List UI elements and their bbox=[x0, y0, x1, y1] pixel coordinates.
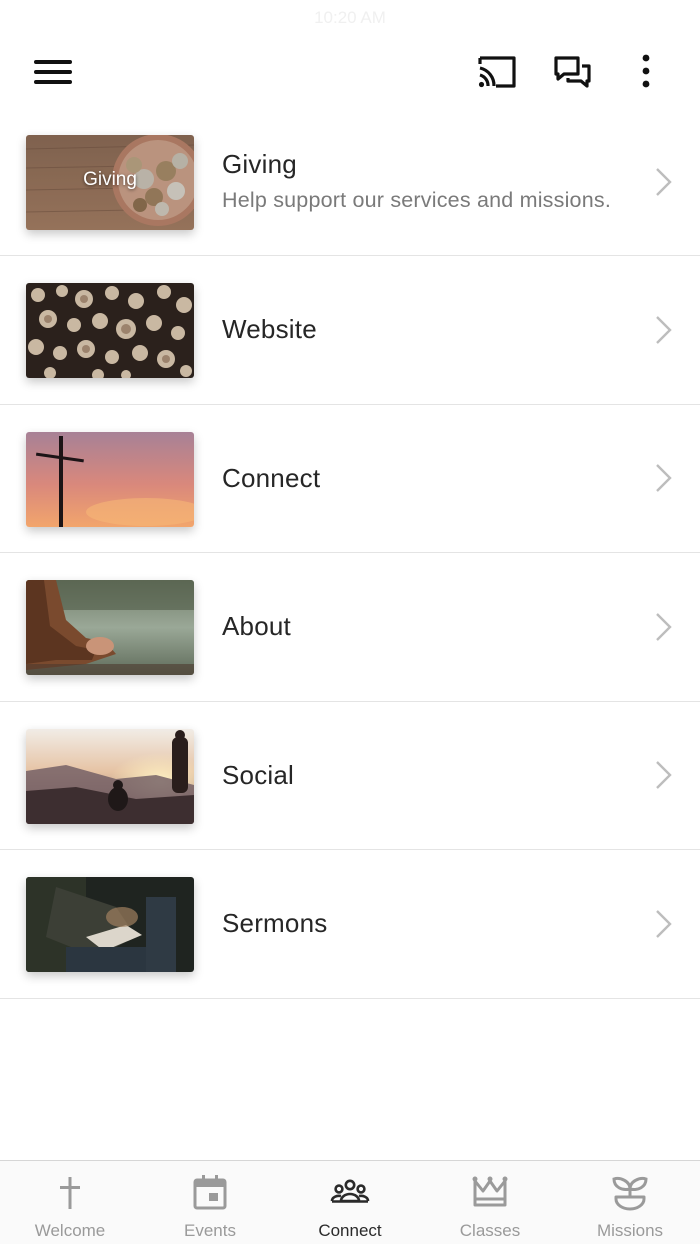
chevron-right-icon bbox=[656, 761, 672, 790]
sermons-thumbnail bbox=[26, 877, 194, 972]
list-item-giving[interactable]: Giving Giving Help support our services … bbox=[0, 108, 700, 256]
list-item-website[interactable]: Website bbox=[0, 256, 700, 405]
calendar-icon bbox=[193, 1175, 227, 1210]
website-thumbnail bbox=[26, 283, 194, 378]
list-item-subtitle: Help support our services and missions. bbox=[222, 188, 611, 212]
sprout-icon bbox=[612, 1177, 648, 1211]
status-bar-time: 10:20 AM bbox=[314, 8, 386, 27]
connect-thumbnail bbox=[26, 431, 194, 527]
chevron-right-icon bbox=[656, 315, 672, 344]
giving-thumbnail: Giving bbox=[26, 135, 194, 230]
top-app-bar bbox=[0, 36, 700, 108]
crown-icon bbox=[472, 1176, 508, 1207]
tab-label: Welcome bbox=[34, 1221, 106, 1240]
chevron-right-icon bbox=[656, 909, 672, 938]
more-vertical-icon[interactable] bbox=[626, 54, 666, 90]
tab-welcome[interactable]: Welcome bbox=[0, 1161, 140, 1244]
list-item-title: Sermons bbox=[222, 908, 328, 939]
chevron-right-icon bbox=[656, 167, 672, 196]
chat-icon[interactable] bbox=[552, 54, 594, 90]
cast-icon[interactable] bbox=[476, 54, 518, 90]
tab-events[interactable]: Events bbox=[140, 1161, 280, 1244]
list-item-title: Website bbox=[222, 314, 317, 345]
connect-list: Giving Giving Help support our services … bbox=[0, 108, 700, 999]
list-item-about[interactable]: About bbox=[0, 553, 700, 702]
list-item-social[interactable]: Social bbox=[0, 701, 700, 850]
list-item-title: Connect bbox=[222, 462, 321, 493]
about-thumbnail bbox=[26, 580, 194, 675]
group-icon bbox=[330, 1179, 370, 1203]
tab-classes[interactable]: Classes bbox=[420, 1161, 560, 1244]
giving-thumbnail-caption: Giving bbox=[83, 169, 137, 190]
tab-label: Classes bbox=[459, 1221, 521, 1240]
list-item-title: About bbox=[222, 611, 291, 642]
tab-label: Events bbox=[184, 1221, 236, 1240]
cross-icon bbox=[60, 1177, 80, 1209]
hamburger-icon[interactable] bbox=[34, 58, 72, 86]
chevron-right-icon bbox=[656, 464, 672, 493]
list-item-title: Giving bbox=[222, 149, 297, 179]
list-item-connect[interactable]: Connect bbox=[0, 404, 700, 553]
chevron-right-icon bbox=[656, 612, 672, 641]
list-item-sermons[interactable]: Sermons bbox=[0, 850, 700, 999]
tab-label: Missions bbox=[596, 1221, 664, 1240]
social-thumbnail bbox=[26, 728, 194, 824]
bottom-tab-bar: Welcome Events Connect Classes Missions bbox=[0, 1160, 700, 1244]
tab-label: Connect bbox=[318, 1221, 382, 1240]
list-item-title: Social bbox=[222, 759, 295, 790]
tab-connect[interactable]: Connect bbox=[280, 1161, 420, 1244]
tab-missions[interactable]: Missions bbox=[560, 1161, 700, 1244]
